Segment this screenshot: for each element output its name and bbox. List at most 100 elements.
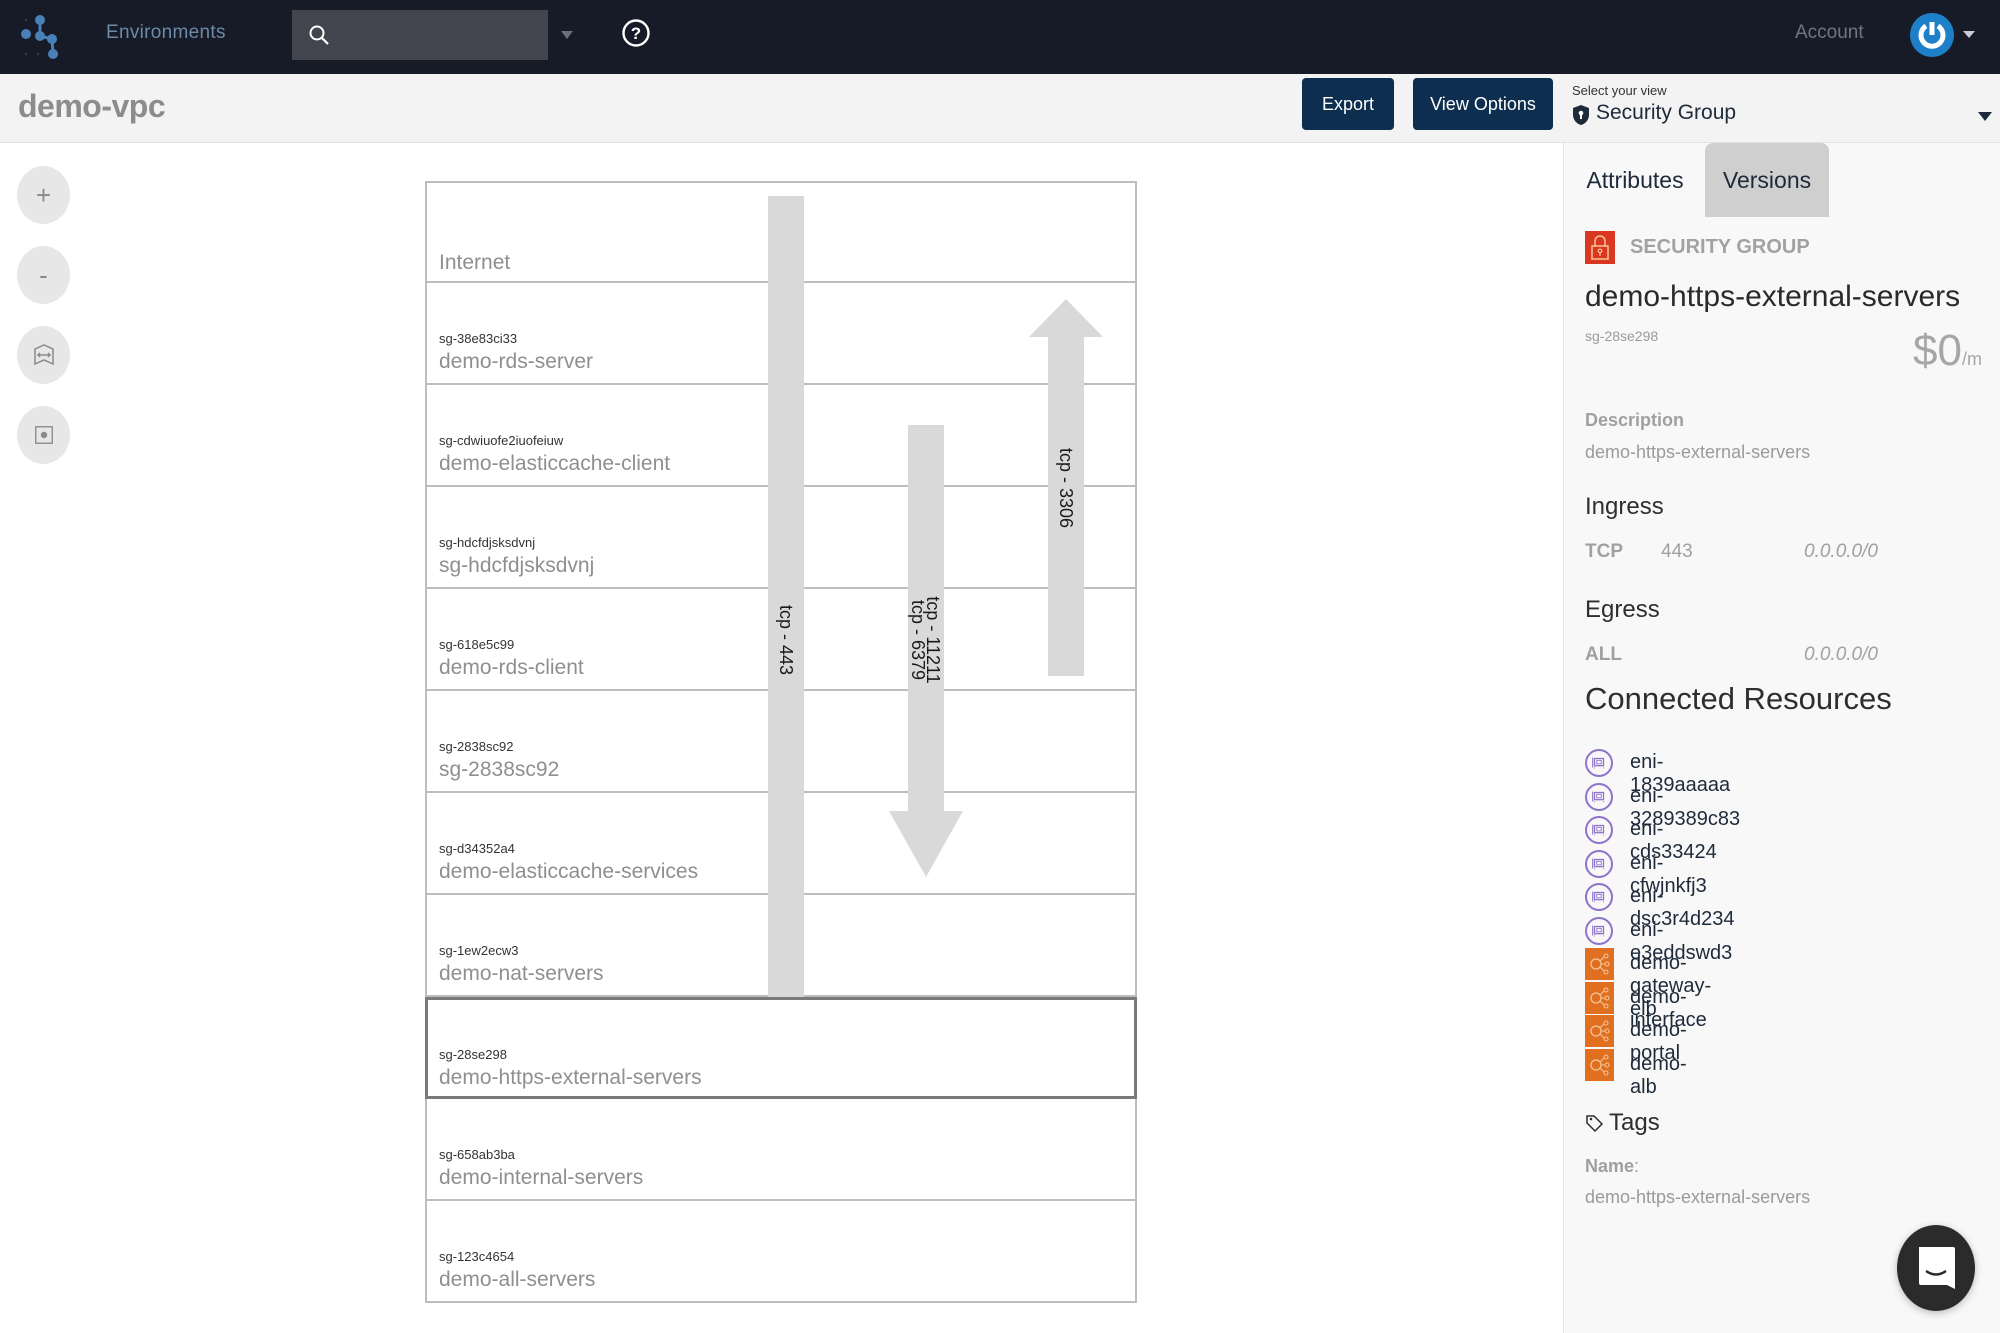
- row-group-id: sg-2838sc92: [439, 739, 514, 754]
- row-group-name: demo-https-external-servers: [439, 1066, 702, 1089]
- row-group-name: sg-hdcfdjsksdvnj: [439, 554, 595, 577]
- description-value: demo-https-external-servers: [1585, 442, 1811, 462]
- chat-button[interactable]: [1897, 1225, 1975, 1311]
- load-balancer-icon: [1585, 1015, 1614, 1047]
- plus-icon: +: [35, 179, 52, 210]
- tag-value: demo-https-external-servers: [1585, 1187, 1811, 1207]
- security-group-row[interactable]: sg-38e83ci33 demo-rds-server: [425, 283, 1137, 385]
- security-group-row[interactable]: sg-cdwiuofe2iuofeiuw demo-elasticcache-cl…: [425, 385, 1137, 487]
- connected-resources-heading: Connected Resources: [1585, 681, 1892, 716]
- row-group-name: demo-elasticcache-services: [439, 860, 699, 883]
- ingress-cidr: 0.0.0.0/0: [1804, 541, 1878, 562]
- row-group-name: sg-2838sc92: [439, 758, 560, 781]
- security-group-row[interactable]: sg-123c4654 demo-all-servers: [425, 1201, 1137, 1303]
- chat-icon: [1919, 1247, 1955, 1289]
- tag-key-colon: :: [1634, 1156, 1640, 1176]
- ingress-port: 443: [1661, 541, 1693, 562]
- zoom-out-button[interactable]: -: [17, 246, 70, 304]
- security-group-row[interactable]: sg-hdcfdjsksdvnj sg-hdcfdjsksdvnj: [425, 487, 1137, 589]
- top-navbar: Environments ? Account: [0, 0, 2000, 74]
- egress-heading: Egress: [1585, 596, 1660, 623]
- shield-icon: [1573, 105, 1589, 125]
- chevron-down-icon: [1978, 112, 1992, 121]
- tag-key-text: Name: [1585, 1156, 1635, 1176]
- nav-environments-link[interactable]: Environments: [106, 22, 226, 44]
- view-select[interactable]: Select your view Security Group: [1572, 80, 1992, 134]
- security-group-row[interactable]: sg-618e5c99 demo-rds-client: [425, 589, 1137, 691]
- logo-icon[interactable]: [18, 10, 64, 60]
- fit-screen-icon: [33, 344, 54, 366]
- row-group-name: demo-rds-client: [439, 656, 584, 679]
- load-balancer-icon: [1585, 948, 1614, 980]
- tag-key: Name:: [1585, 1156, 1639, 1177]
- security-group-lock-icon: [1585, 231, 1615, 264]
- view-options-button[interactable]: View Options: [1413, 78, 1553, 130]
- network-interface-icon: [1585, 883, 1613, 911]
- minus-icon: -: [39, 259, 48, 290]
- egress-protocol: ALL: [1585, 644, 1622, 665]
- ingress-heading: Ingress: [1585, 493, 1664, 520]
- tags-heading-label: Tags: [1609, 1109, 1660, 1136]
- egress-cidr: 0.0.0.0/0: [1804, 644, 1878, 665]
- cost-unit: /m: [1962, 349, 1982, 369]
- row-group-name: demo-rds-server: [439, 350, 594, 373]
- network-interface-icon: [1585, 849, 1613, 878]
- avatar[interactable]: [1910, 13, 1954, 57]
- network-interface-icon: [1585, 782, 1613, 811]
- tag-icon: [1586, 1115, 1604, 1133]
- resource-name: demo-https-external-servers: [1585, 280, 1961, 313]
- row-group-id: sg-28se298: [439, 1047, 507, 1062]
- row-group-id: sg-cdwiuofe2iuofeiuw: [439, 433, 564, 448]
- row-group-name: demo-all-servers: [439, 1268, 596, 1291]
- subheader: demo-vpc Export View Options Select your…: [0, 74, 2000, 143]
- export-button[interactable]: Export: [1302, 78, 1394, 130]
- search-icon: [309, 25, 329, 45]
- account-link[interactable]: Account: [1795, 22, 1864, 44]
- row-group-id: sg-618e5c99: [439, 637, 515, 652]
- search-dropdown-caret-icon[interactable]: [561, 31, 573, 39]
- row-group-id: sg-d34352a4: [439, 841, 515, 856]
- resource-id: sg-28se298: [1585, 328, 1659, 344]
- network-interface-icon: [1585, 916, 1613, 945]
- center-icon: [34, 426, 53, 444]
- cost-value: $0: [1913, 326, 1962, 375]
- row-group-id: sg-123c4654: [439, 1249, 515, 1264]
- row-group-name: demo-internal-servers: [439, 1166, 644, 1189]
- search-input[interactable]: [292, 10, 548, 60]
- tab-versions[interactable]: Versions: [1705, 143, 1829, 217]
- security-group-row[interactable]: sg-1ew2ecw3 demo-nat-servers: [425, 895, 1137, 997]
- account-caret-icon[interactable]: [1963, 31, 1975, 38]
- load-balancer-icon: [1585, 981, 1614, 1014]
- tags-heading: Tags: [1585, 1109, 1660, 1137]
- description-label: Description: [1585, 410, 1685, 430]
- tab-attributes[interactable]: Attributes: [1566, 143, 1704, 217]
- center-view-button[interactable]: [17, 406, 70, 464]
- page-title: demo-vpc: [18, 88, 166, 124]
- resource-type-label: SECURITY GROUP: [1630, 236, 1810, 258]
- row-group-id: sg-hdcfdjsksdvnj: [439, 535, 536, 550]
- row-group-id: sg-38e83ci33: [439, 331, 518, 346]
- row-group-id: sg-1ew2ecw3: [439, 943, 519, 958]
- svg-text:?: ?: [631, 24, 641, 43]
- security-group-row[interactable]: sg-2838sc92 sg-2838sc92: [425, 691, 1137, 793]
- load-balancer-icon: [1585, 1048, 1614, 1081]
- attributes-panel: Attributes Versions SECURITY GROUP demo-…: [1563, 143, 2000, 1333]
- row-group-name: Internet: [439, 251, 511, 274]
- view-select-label: Select your view: [1572, 83, 1667, 98]
- help-icon[interactable]: ?: [621, 18, 651, 48]
- security-group-row[interactable]: sg-d34352a4 demo-elasticcache-services: [425, 793, 1137, 895]
- security-group-diagram: Internet sg-38e83ci33 demo-rds-server sg-cd…: [425, 181, 1137, 1303]
- resource-cost: $0/m: [1913, 326, 1982, 376]
- security-group-row[interactable]: Internet: [425, 181, 1137, 283]
- security-group-row-selected[interactable]: sg-28se298 demo-https-external-servers: [425, 997, 1137, 1099]
- connected-resource-name[interactable]: demo-alb: [1630, 1053, 1687, 1099]
- fit-to-screen-button[interactable]: [17, 326, 70, 384]
- row-group-id: sg-658ab3ba: [439, 1147, 515, 1162]
- row-group-name: demo-elasticcache-client: [439, 452, 671, 475]
- view-select-value: Security Group: [1596, 101, 1737, 124]
- row-group-name: demo-nat-servers: [439, 962, 604, 985]
- security-group-row[interactable]: sg-658ab3ba demo-internal-servers: [425, 1099, 1137, 1201]
- network-interface-icon: [1585, 816, 1613, 844]
- network-interface-icon: [1585, 749, 1613, 777]
- zoom-in-button[interactable]: +: [17, 166, 70, 224]
